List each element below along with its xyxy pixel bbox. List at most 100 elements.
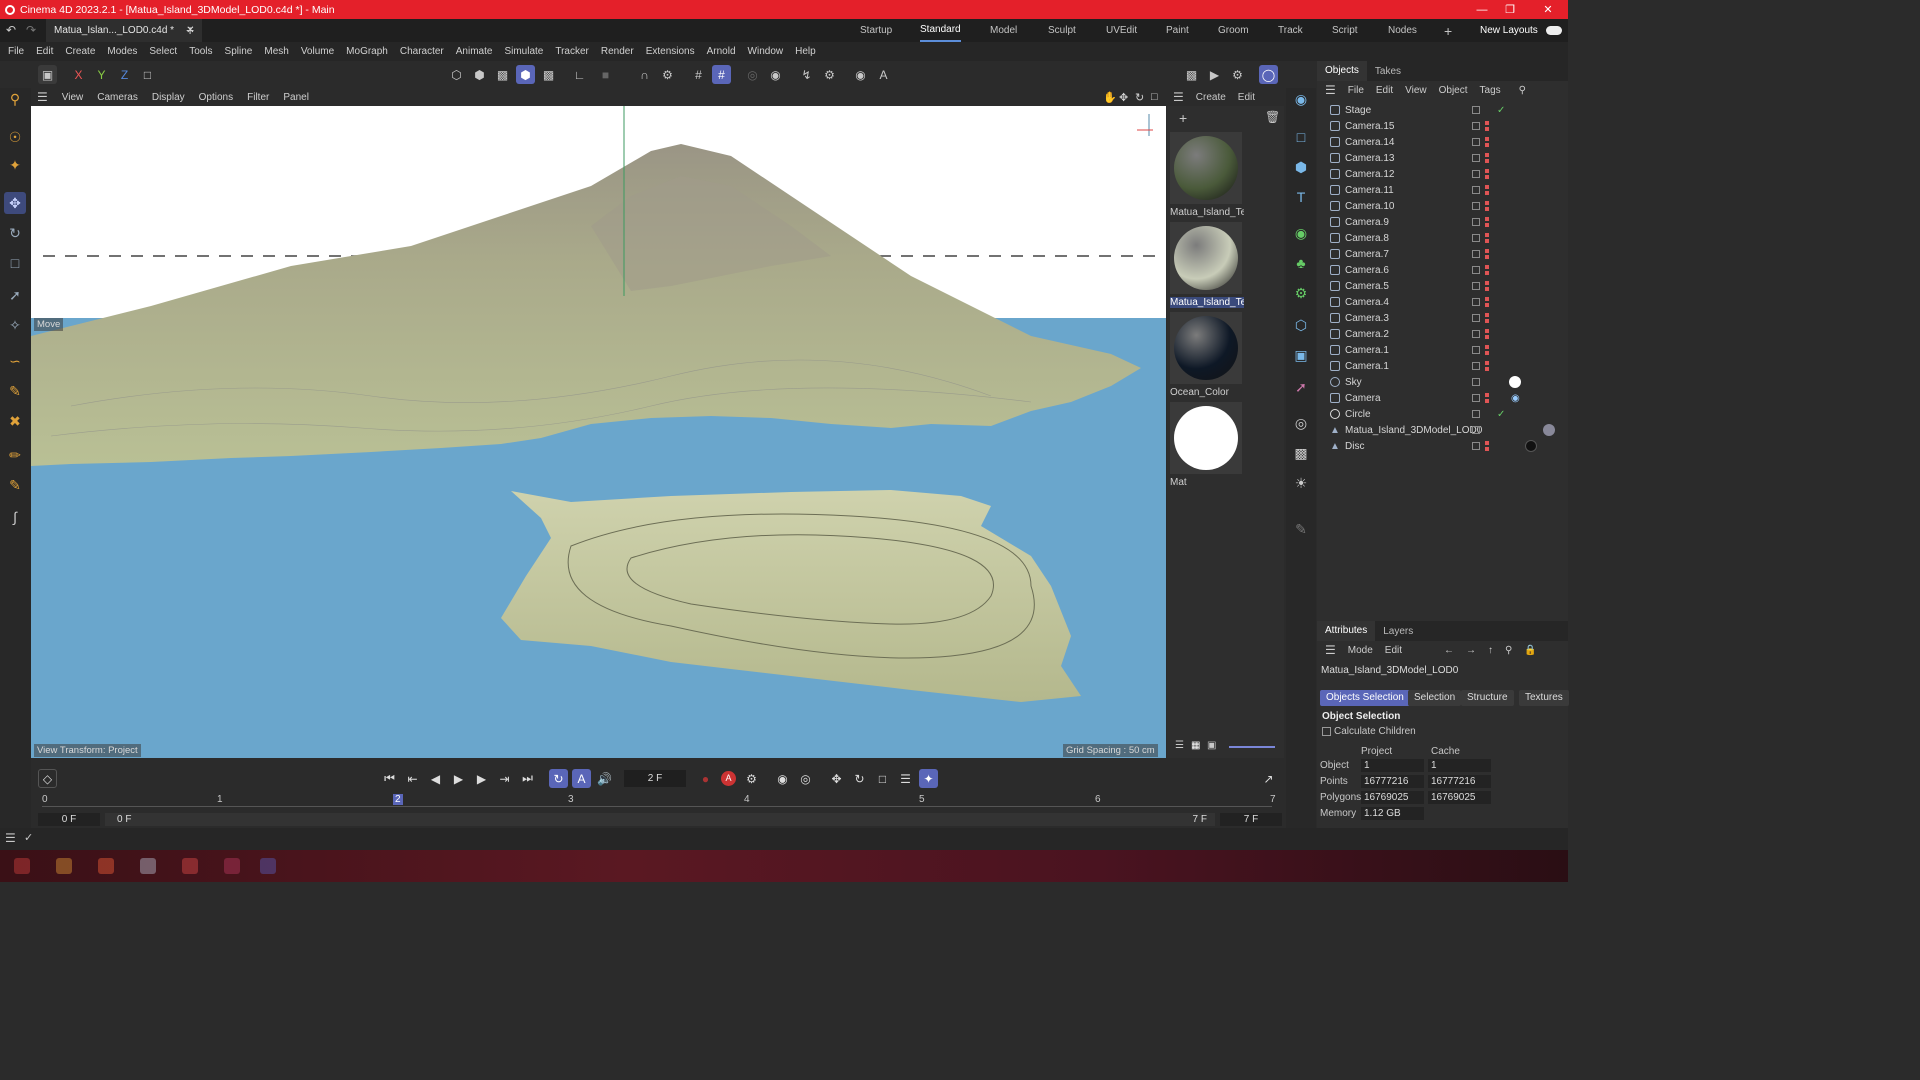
select-tool-icon[interactable]: ☉ — [4, 126, 26, 148]
object-menu-tags[interactable]: Tags — [1480, 85, 1501, 96]
object-menu-icon[interactable]: ☰ — [1325, 83, 1336, 97]
coordinate-system-icon[interactable]: □ — [138, 65, 157, 84]
ocean-material-tag-icon[interactable] — [1525, 440, 1537, 452]
attribute-menu-icon[interactable]: ☰ — [1325, 643, 1336, 657]
bend-tool-icon[interactable]: ∽ — [4, 350, 26, 372]
forward-arrow-icon[interactable]: → — [1466, 645, 1476, 656]
up-arrow-icon[interactable]: ↑ — [1488, 645, 1493, 656]
key-settings-icon[interactable]: ⚙ — [742, 769, 761, 788]
layout-tab-script[interactable]: Script — [1332, 19, 1358, 42]
object-row[interactable]: Camera.9 — [1317, 214, 1568, 230]
menu-edit[interactable]: Edit — [36, 46, 53, 57]
transform-tool-icon[interactable]: ➚ — [4, 284, 26, 306]
arnold-icon[interactable]: A — [874, 65, 893, 84]
object-row[interactable]: Camera.12 — [1317, 166, 1568, 182]
menu-window[interactable]: Window — [748, 46, 784, 57]
generator-icon[interactable]: ◉ — [1290, 222, 1312, 244]
viewport-menu-options[interactable]: Options — [199, 92, 233, 103]
keyframe-selection-icon[interactable]: ◉ — [773, 769, 792, 788]
large-view-icon[interactable]: ▣ — [1207, 740, 1216, 751]
play-icon[interactable]: ▶ — [449, 769, 468, 788]
object-row[interactable]: Camera.3 — [1317, 310, 1568, 326]
playhead[interactable]: 2 — [393, 794, 403, 805]
axis-y-lock[interactable]: Y — [92, 65, 111, 84]
keyframe-icon[interactable]: ◇ — [38, 769, 57, 788]
material-item[interactable]: Ocean_Color — [1170, 312, 1242, 398]
menu-extensions[interactable]: Extensions — [646, 46, 695, 57]
layout-tab-groom[interactable]: Groom — [1218, 19, 1249, 42]
undo-icon[interactable]: ↶ — [6, 23, 16, 37]
tab-takes[interactable]: Takes — [1367, 66, 1409, 77]
new-layouts-toggle[interactable] — [1546, 26, 1562, 35]
rotation-key-icon[interactable]: ↻ — [850, 769, 869, 788]
viewport-menu-view[interactable]: View — [62, 92, 84, 103]
object-row[interactable]: Camera.14 — [1317, 134, 1568, 150]
viewport-menu-filter[interactable]: Filter — [247, 92, 269, 103]
auto-key-range-icon[interactable]: A — [572, 769, 591, 788]
cloner-icon[interactable]: ♣ — [1290, 252, 1312, 274]
enabled-check-icon[interactable]: ✓ — [1497, 409, 1505, 420]
symmetry-settings-icon[interactable]: ⚙ — [820, 65, 839, 84]
uv-mode-icon[interactable]: ▩ — [539, 65, 558, 84]
object-row[interactable]: Camera.10 — [1317, 198, 1568, 214]
menu-character[interactable]: Character — [400, 46, 444, 57]
taskbar-app-icon[interactable] — [182, 858, 198, 874]
layout-tab-startup[interactable]: Startup — [860, 19, 892, 42]
target-tag-icon[interactable]: ◉ — [1511, 393, 1520, 404]
axis-mode-icon[interactable]: ∟ — [570, 65, 589, 84]
thumbnail-size-slider[interactable] — [1229, 746, 1275, 748]
object-row[interactable]: Camera.7 — [1317, 246, 1568, 262]
points-mode-icon[interactable]: ⬡ — [447, 65, 466, 84]
autokey-icon[interactable]: A — [719, 769, 738, 788]
lock-icon[interactable]: 🔒 — [1524, 645, 1536, 656]
loop-icon[interactable]: ↻ — [549, 769, 568, 788]
render-settings-icon[interactable]: ⚙ — [1228, 65, 1247, 84]
render-view-icon[interactable]: ▩ — [1182, 65, 1201, 84]
snap-grid-icon[interactable]: # — [712, 65, 731, 84]
cube-outline-icon[interactable]: □ — [1290, 126, 1312, 148]
taskbar-app-icon[interactable] — [14, 858, 30, 874]
material-menu-create[interactable]: Create — [1196, 92, 1226, 103]
material-menu-icon[interactable]: ☰ — [1173, 90, 1184, 104]
end-frame-field[interactable]: 7 F — [1220, 813, 1282, 826]
menu-tools[interactable]: Tools — [189, 46, 212, 57]
object-row[interactable]: Camera.8 — [1317, 230, 1568, 246]
extrude-tool-icon[interactable]: ✧ — [4, 314, 26, 336]
param-key-icon[interactable]: ☰ — [896, 769, 915, 788]
object-search-icon[interactable]: ⚲ — [1519, 85, 1526, 96]
search-icon[interactable]: ⚲ — [4, 88, 26, 110]
object-row[interactable]: Camera.15 — [1317, 118, 1568, 134]
interactive-render-icon[interactable]: ◯ — [1259, 65, 1278, 84]
material-tag-icon[interactable] — [1543, 424, 1555, 436]
object-row[interactable]: Camera ◉ — [1317, 390, 1568, 406]
layout-tab-nodes[interactable]: Nodes — [1388, 19, 1417, 42]
view-settings-icon[interactable]: ◉ — [851, 65, 870, 84]
viewport-menu-panel[interactable]: Panel — [283, 92, 309, 103]
object-row[interactable]: Camera.1 — [1317, 342, 1568, 358]
add-material-icon[interactable]: + — [1179, 110, 1187, 126]
snap-settings-icon[interactable]: ⚙ — [658, 65, 677, 84]
snap-icon[interactable]: # — [689, 65, 708, 84]
menu-animate[interactable]: Animate — [456, 46, 493, 57]
object-menu-view[interactable]: View — [1405, 85, 1427, 96]
tab-attributes[interactable]: Attributes — [1317, 621, 1376, 641]
light-icon[interactable]: ☀ — [1290, 472, 1312, 494]
new-layouts-label[interactable]: New Layouts — [1480, 19, 1538, 42]
menu-select[interactable]: Select — [149, 46, 177, 57]
calculate-children-checkbox[interactable] — [1322, 727, 1331, 736]
status-menu-icon[interactable]: ☰ — [5, 831, 16, 845]
material-item[interactable]: Mat — [1170, 402, 1242, 488]
paint-tool-icon[interactable]: ✎ — [4, 474, 26, 496]
list-view-icon[interactable]: ☰ — [1175, 740, 1184, 751]
point-level-icon[interactable]: ✦ — [919, 769, 938, 788]
textures-button[interactable]: Textures — [1519, 690, 1569, 706]
menu-mograph[interactable]: MoGraph — [346, 46, 388, 57]
viewport-menu-cameras[interactable]: Cameras — [97, 92, 138, 103]
menu-help[interactable]: Help — [795, 46, 816, 57]
current-frame-field[interactable]: 2 F — [624, 770, 686, 787]
object-menu-object[interactable]: Object — [1439, 85, 1468, 96]
polygons-mode-icon[interactable]: ▩ — [493, 65, 512, 84]
selection-button[interactable]: Selection — [1408, 690, 1462, 706]
taskbar-app-icon[interactable] — [140, 858, 156, 874]
effector-icon[interactable]: ⚙ — [1290, 282, 1312, 304]
